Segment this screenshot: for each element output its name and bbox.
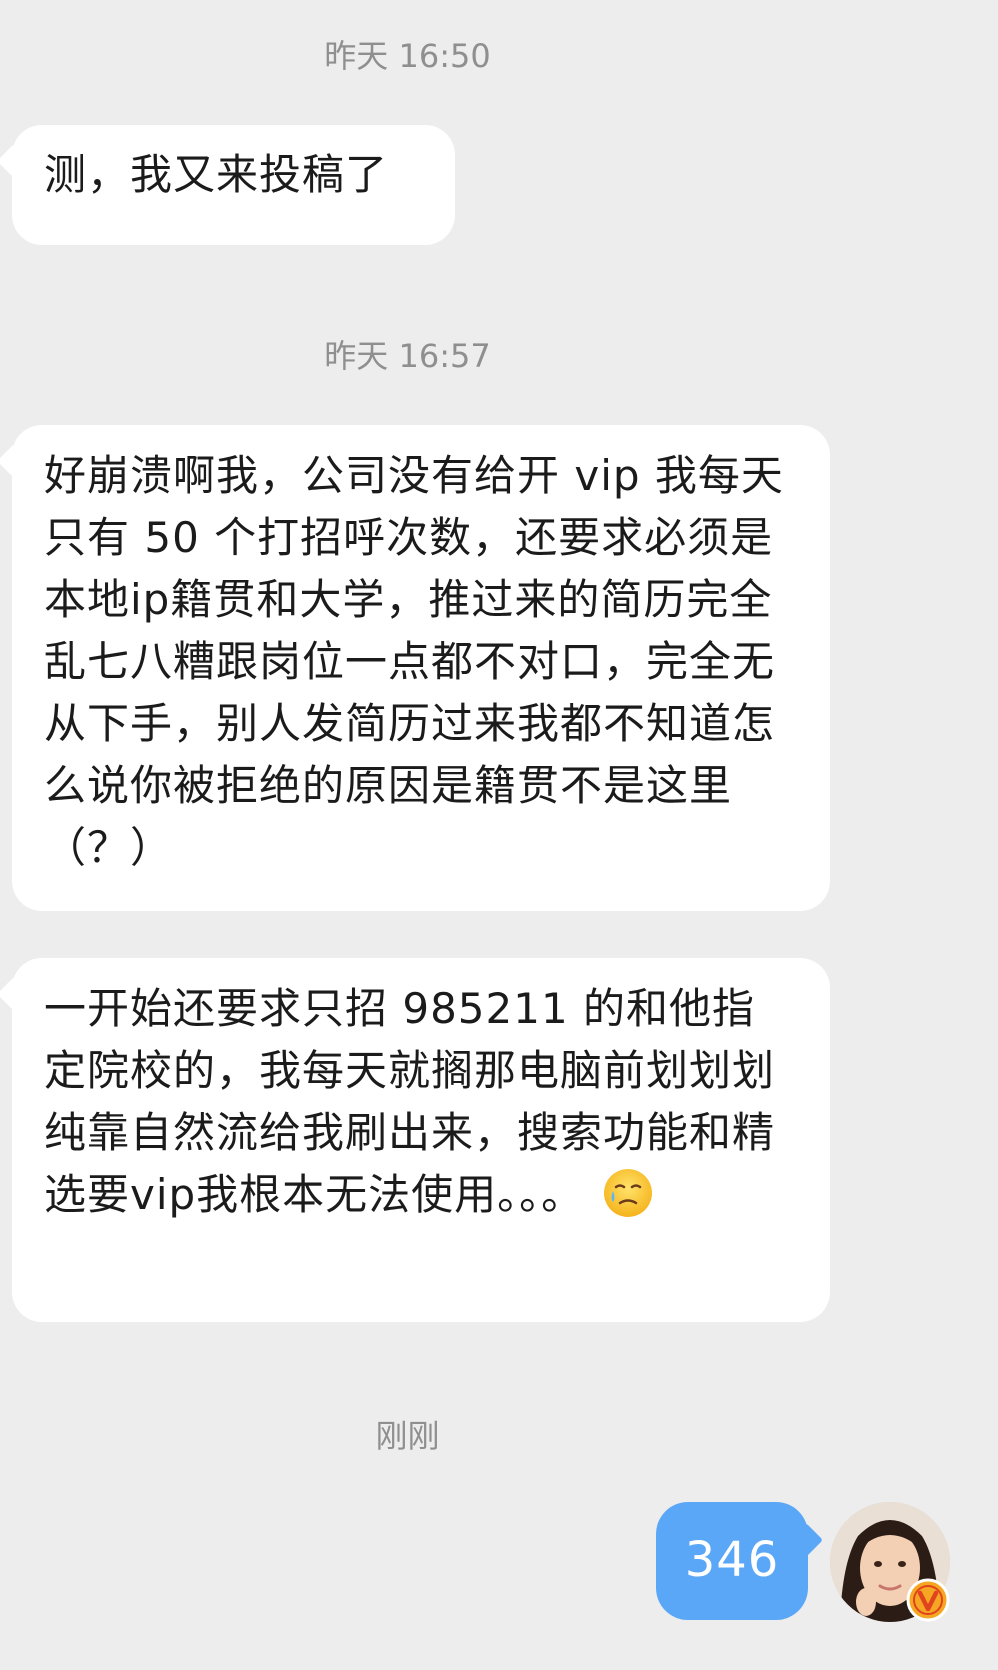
incoming-message-bubble[interactable]: 测，我又来投稿了 <box>12 125 455 245</box>
message-text: 一开始还要求只招 985211 的和他指定院校的，我每天就搁那电脑前划划划纯靠自… <box>44 984 776 1219</box>
chat-conversation: 昨天 16:50 测，我又来投稿了 昨天 16:57 好崩溃啊我，公司没有给开 … <box>0 0 998 1670</box>
message-text: 346 <box>684 1532 780 1588</box>
timestamp: 昨天 16:50 <box>324 37 491 75</box>
timestamp: 刚刚 <box>375 1417 440 1455</box>
timestamp: 昨天 16:57 <box>324 337 491 375</box>
message-text: 好崩溃啊我，公司没有给开 vip 我每天只有 50 个打招呼次数，还要求必须是本… <box>44 451 784 872</box>
verified-v-badge-icon <box>906 1578 950 1622</box>
incoming-message-bubble[interactable]: 好崩溃啊我，公司没有给开 vip 我每天只有 50 个打招呼次数，还要求必须是本… <box>12 425 830 911</box>
crying-face-with-tear-emoji <box>604 1169 653 1217</box>
message-text: 测，我又来投稿了 <box>44 150 389 199</box>
incoming-message-bubble[interactable]: 一开始还要求只招 985211 的和他指定院校的，我每天就搁那电脑前划划划纯靠自… <box>12 958 830 1322</box>
outgoing-message-bubble[interactable]: 346 <box>656 1502 808 1620</box>
